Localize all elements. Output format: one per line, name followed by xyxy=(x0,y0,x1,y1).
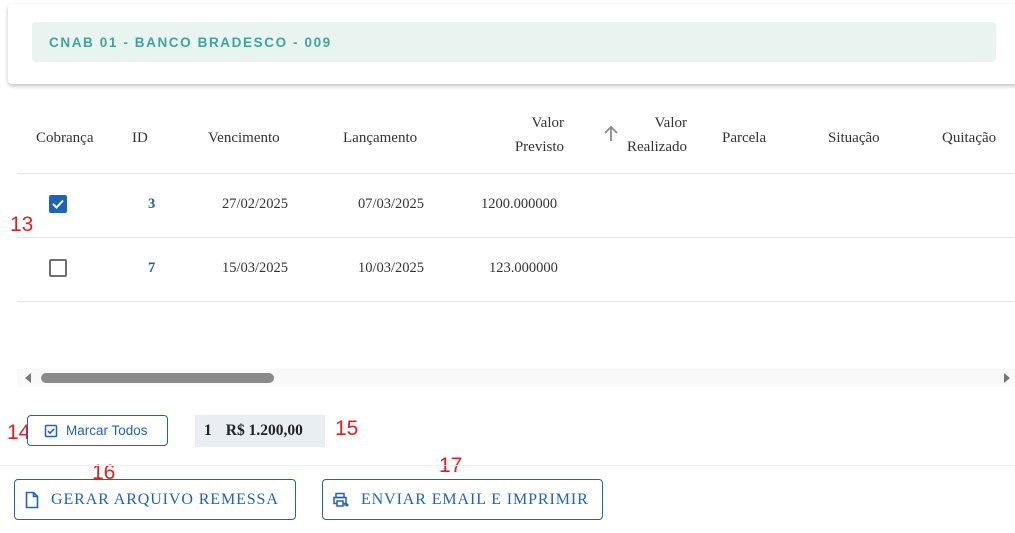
col-valor-previsto[interactable]: Valor Previsto xyxy=(487,111,564,159)
col-valor-realizado-line2: Realizado xyxy=(627,139,687,155)
col-id[interactable]: ID xyxy=(132,126,148,150)
header-card: CNAB 01 - BANCO BRADESCO - 009 xyxy=(8,4,1015,84)
print-email-icon xyxy=(333,492,349,507)
scroll-left-icon[interactable] xyxy=(25,373,31,383)
marcar-todos-button[interactable]: Marcar Todos xyxy=(27,415,168,446)
row-checkbox-unchecked[interactable] xyxy=(49,259,67,277)
selected-count: 1 xyxy=(204,422,212,439)
row-valor-previsto: 1200.000000 xyxy=(481,196,558,212)
table-header-row: Cobrança ID Vencimento Lançamento Valor … xyxy=(17,100,1015,174)
row-lancamento: 07/03/2025 xyxy=(358,196,425,212)
row-vencimento: 15/03/2025 xyxy=(222,260,289,276)
selected-total: R$ 1.200,00 xyxy=(225,422,303,439)
row-checkbox-checked[interactable] xyxy=(49,195,67,213)
col-valor-realizado-line1: Valor xyxy=(654,115,688,131)
footer-divider xyxy=(0,465,1015,466)
col-cobranca[interactable]: Cobrança xyxy=(36,126,93,150)
marcar-todos-label: Marcar Todos xyxy=(66,423,148,438)
col-parcela[interactable]: Parcela xyxy=(722,126,766,150)
gerar-arquivo-remessa-button[interactable]: GERAR ARQUIVO REMESSA xyxy=(14,479,296,520)
col-valor-realizado[interactable]: Valor Realizado xyxy=(607,111,687,159)
scroll-right-icon[interactable] xyxy=(1004,373,1010,383)
file-icon xyxy=(25,491,39,508)
table-row: 3 27/02/2025 07/03/2025 1200.000000 xyxy=(17,174,1015,238)
row-valor-previsto: 123.000000 xyxy=(489,260,558,276)
check-icon xyxy=(52,199,64,209)
bank-title: CNAB 01 - BANCO BRADESCO - 009 xyxy=(32,22,996,62)
col-situacao[interactable]: Situação xyxy=(828,126,880,150)
annotation-label: 15 xyxy=(335,417,359,440)
row-vencimento: 27/02/2025 xyxy=(222,196,289,212)
col-vencimento[interactable]: Vencimento xyxy=(208,126,280,150)
col-valor-previsto-line1: Valor xyxy=(531,115,565,131)
horizontal-scrollbar[interactable] xyxy=(17,369,1015,387)
gerar-label: GERAR ARQUIVO REMESSA xyxy=(51,490,279,508)
enviar-email-imprimir-button[interactable]: ENVIAR EMAIL E IMPRIMIR xyxy=(322,479,603,520)
col-lancamento[interactable]: Lançamento xyxy=(343,126,417,150)
row-id[interactable]: 3 xyxy=(148,196,155,213)
row-lancamento: 10/03/2025 xyxy=(358,260,425,276)
col-valor-previsto-line2: Previsto xyxy=(514,139,564,155)
enviar-label: ENVIAR EMAIL E IMPRIMIR xyxy=(361,490,589,508)
row-id[interactable]: 7 xyxy=(148,260,155,277)
selection-summary: 1 R$ 1.200,00 xyxy=(195,415,325,447)
scrollbar-thumb[interactable] xyxy=(41,373,274,383)
table-row: 7 15/03/2025 10/03/2025 123.000000 xyxy=(17,238,1015,302)
col-quitacao[interactable]: Quitação xyxy=(942,126,996,150)
checkbox-icon xyxy=(44,424,58,437)
